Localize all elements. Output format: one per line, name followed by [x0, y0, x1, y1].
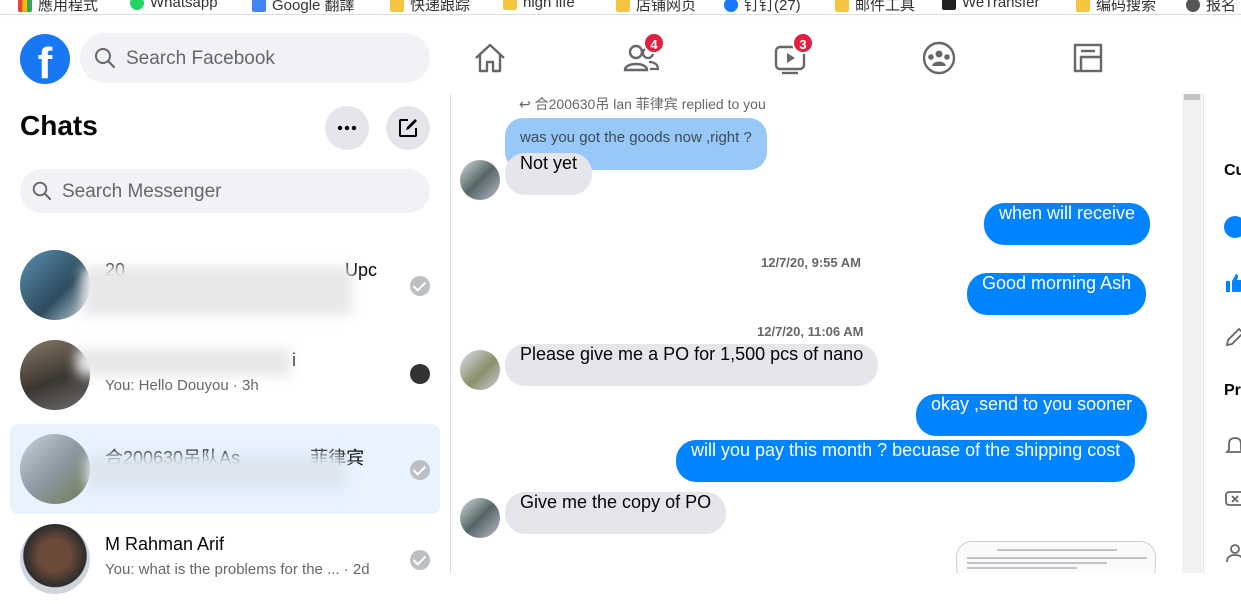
document-image-attachment[interactable]: [956, 541, 1156, 573]
incoming-message[interactable]: Not yet: [505, 153, 593, 195]
nav-watch[interactable]: 3: [768, 32, 814, 80]
sender-avatar: [460, 160, 500, 200]
bookmark-wetransfer[interactable]: WeTransfer: [942, 0, 1040, 11]
conversation-snippet: You: what is the problems for the ... · …: [105, 561, 370, 578]
wetransfer-icon: [942, 0, 956, 10]
block-person-icon[interactable]: [1224, 542, 1241, 564]
nav-gaming[interactable]: [1066, 36, 1110, 80]
conversation-item-active[interactable]: 合200630吊队As菲律宾: [10, 424, 440, 514]
more-dots-icon: [337, 125, 357, 131]
conversation-item[interactable]: M Rahman Arif You: what is the problems …: [10, 514, 440, 604]
ignore-messages-icon[interactable]: [1224, 488, 1241, 510]
chats-options-button[interactable]: [325, 106, 369, 150]
conversation-name: M Rahman Arif: [105, 534, 225, 554]
nav-friends[interactable]: 4: [619, 32, 665, 80]
timestamp: 12/7/20, 11:06 AM: [757, 324, 864, 339]
sent-check-icon: [410, 550, 430, 570]
folder-icon: [835, 0, 849, 12]
folder-icon: [616, 0, 630, 12]
compose-icon: [399, 119, 417, 137]
chat-thread: ↩ 合200630吊 lan 菲律宾 replied to you was yo…: [451, 94, 1182, 573]
facebook-search-input[interactable]: [124, 33, 418, 85]
reply-indicator: ↩ 合200630吊 lan 菲律宾 replied to you: [519, 96, 766, 112]
conversation-snippet: You: Hello Douyou · 3h: [105, 377, 259, 394]
dingtalk-icon: [724, 0, 738, 12]
outgoing-message[interactable]: when will receive: [984, 203, 1151, 245]
search-icon: [95, 48, 116, 69]
avatar: [20, 434, 90, 504]
outgoing-message[interactable]: Good morning Ash: [967, 273, 1147, 315]
watch-badge: 3: [792, 32, 814, 54]
chats-sidebar: Chats 20Upc i You: Hello Douyou · 3h 合20…: [0, 94, 451, 594]
folder-icon: [503, 0, 517, 10]
theme-color-icon[interactable]: [1224, 216, 1241, 238]
avatar: [20, 250, 90, 320]
outgoing-message[interactable]: okay ,send to you sooner: [916, 394, 1148, 436]
nav-home[interactable]: [468, 36, 512, 80]
seen-avatar-icon: [410, 364, 430, 384]
google-translate-icon: [252, 0, 266, 12]
thumbs-up-icon[interactable]: [1224, 272, 1241, 294]
edit-nickname-icon[interactable]: [1224, 326, 1241, 348]
redacted-text: [82, 266, 352, 316]
new-message-button[interactable]: [386, 106, 430, 150]
search-icon: [32, 181, 51, 200]
bookmark-whatsapp[interactable]: Whatsapp: [130, 0, 218, 11]
sender-avatar: [460, 498, 500, 538]
timestamp: 12/7/20, 9:55 AM: [761, 255, 861, 270]
friends-badge: 4: [643, 32, 665, 54]
whatsapp-icon: [130, 0, 144, 10]
sender-avatar: [460, 350, 500, 390]
incoming-message[interactable]: Please give me a PO for 1,500 pcs of nan…: [505, 344, 879, 386]
sent-check-icon: [410, 460, 430, 480]
customize-chat-heading: Cu: [1224, 162, 1241, 179]
folder-icon: [1076, 0, 1090, 12]
chats-title: Chats: [20, 110, 98, 141]
facebook-header: f 4 3: [0, 22, 1241, 94]
gaming-icon: [1073, 43, 1103, 73]
document-preview-icon: [967, 549, 1147, 569]
bookmark-google-translate[interactable]: Google 翻譯: [252, 0, 355, 14]
reply-arrow-icon: ↩: [519, 96, 535, 112]
groups-icon: [922, 41, 956, 75]
messenger-search[interactable]: [20, 169, 430, 215]
chat-scrollbar[interactable]: [1182, 94, 1202, 573]
privacy-heading: Pr: [1224, 382, 1241, 399]
bell-icon[interactable]: [1224, 434, 1241, 456]
bookmark-signup[interactable]: 报名: [1186, 0, 1236, 14]
incoming-message[interactable]: Give me the copy of PO: [505, 492, 727, 534]
bookmark-apps[interactable]: 應用程式: [18, 0, 98, 14]
bookmark-code-search[interactable]: 编码搜索: [1076, 0, 1156, 14]
sent-check-icon: [410, 276, 430, 296]
facebook-search[interactable]: [80, 33, 430, 85]
facebook-logo[interactable]: f: [20, 34, 70, 84]
apps-grid-icon: [18, 0, 32, 12]
messenger-search-input[interactable]: [60, 169, 424, 215]
avatar: [20, 524, 90, 594]
home-icon: [475, 43, 505, 73]
scrollbar-thumb[interactable]: [1184, 94, 1200, 100]
nav-groups[interactable]: [917, 36, 961, 80]
bookmarks-bar: 應用程式 Whatsapp Google 翻譯 快递跟踪 high life 店…: [0, 0, 1241, 15]
outgoing-message[interactable]: will you pay this month ? becuase of the…: [676, 440, 1136, 482]
bookmark-high-life[interactable]: high life: [503, 0, 575, 11]
bookmark-dingtalk[interactable]: 钉钉(27): [724, 0, 801, 14]
conversation-item[interactable]: 20Upc: [10, 240, 440, 330]
redacted-text: [76, 348, 291, 376]
conversation-info-pane: Cu Pr: [1203, 94, 1241, 573]
bookmark-shop[interactable]: 店铺网页: [616, 0, 696, 14]
folder-icon: [390, 0, 404, 12]
conversation-item[interactable]: i You: Hello Douyou · 3h: [10, 330, 440, 420]
redacted-text: [86, 454, 346, 490]
bookmark-tracking[interactable]: 快递跟踪: [390, 0, 470, 14]
globe-icon: [1186, 0, 1200, 12]
bookmark-mail-tools[interactable]: 邮件工具: [835, 0, 915, 14]
